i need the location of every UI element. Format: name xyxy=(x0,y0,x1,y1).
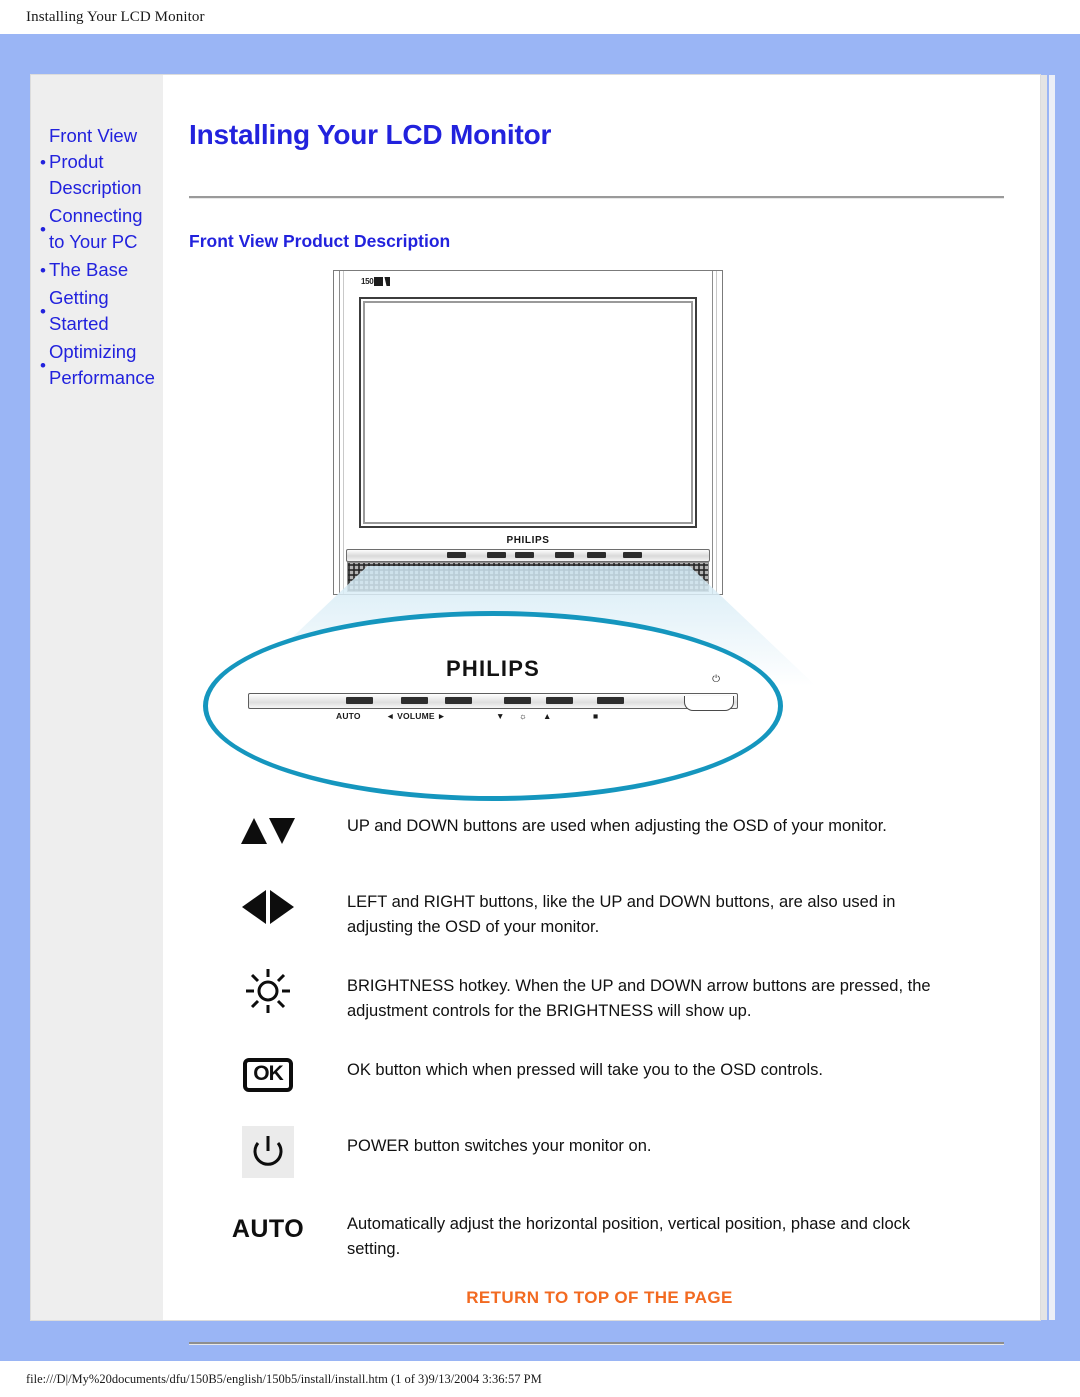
section-title: Front View Product Description xyxy=(189,231,451,251)
sidebar-list: • Front View Produt Description • Connec… xyxy=(31,123,163,391)
ok-button-label: OK xyxy=(243,1058,293,1092)
sidebar-item-label[interactable]: Optimizing Performance xyxy=(49,339,159,391)
bullet-icon: • xyxy=(40,152,46,172)
control-label-up: ▲ xyxy=(543,711,552,721)
sidebar-item-label[interactable]: Getting Started xyxy=(49,285,159,337)
screen-size-badge: 150 xyxy=(361,277,391,286)
up-down-arrows-icon xyxy=(189,806,347,856)
description-text: OK button which when pressed will take y… xyxy=(347,1061,823,1079)
sidebar-item-label[interactable]: The Base xyxy=(49,257,128,283)
control-label-ok: ■ xyxy=(593,711,599,721)
screen-size-label: 150 xyxy=(361,277,374,286)
control-label-brightness: ☼ xyxy=(519,711,527,721)
return-to-top-link[interactable]: RETURN TO TOP OF THE PAGE xyxy=(466,1288,733,1307)
bullet-icon: • xyxy=(40,301,46,321)
description-row-brightness: BRIGHTNESS hotkey. When the UP and DOWN … xyxy=(189,966,1018,1024)
description-text: LEFT and RIGHT buttons, like the UP and … xyxy=(347,893,896,936)
brightness-key[interactable] xyxy=(546,697,573,704)
control-key[interactable] xyxy=(587,552,606,558)
bullet-icon: • xyxy=(40,219,46,239)
sidebar-item-getting-started[interactable]: • Getting Started xyxy=(31,285,163,337)
control-key[interactable] xyxy=(447,552,466,558)
bottom-divider xyxy=(189,1342,1004,1345)
ok-key[interactable] xyxy=(597,697,624,704)
sidebar-item-label[interactable]: Front View Produt Description xyxy=(49,123,159,201)
control-panel-callout: PHILIPS AUTO ◄ VOLUME ► ▼ ☼ ▲ ■ ⏻ xyxy=(203,611,783,801)
page-background-frame: • Front View Produt Description • Connec… xyxy=(0,34,1080,1361)
description-text: POWER button switches your monitor on. xyxy=(347,1137,652,1155)
monitor-control-bar xyxy=(346,549,710,562)
auto-button-icon: AUTO xyxy=(189,1204,347,1254)
control-label-auto: AUTO xyxy=(336,711,361,721)
power-symbol-icon: ⏻ xyxy=(712,674,720,685)
description-row-power: POWER button switches your monitor on. xyxy=(189,1126,1018,1178)
description-row-left-right: LEFT and RIGHT buttons, like the UP and … xyxy=(189,882,1018,940)
sidebar-item-front-view-product-description[interactable]: • Front View Produt Description xyxy=(31,123,163,201)
auto-key[interactable] xyxy=(346,697,373,704)
callout-brand-logo: PHILIPS xyxy=(446,656,540,681)
monitor-screen xyxy=(359,297,697,528)
power-icon-plate xyxy=(242,1126,294,1178)
document-sheet: • Front View Produt Description • Connec… xyxy=(30,74,1055,1345)
page-title: Installing Your LCD Monitor xyxy=(189,119,552,150)
brightness-icon xyxy=(189,966,347,1016)
bullet-icon: • xyxy=(40,260,46,280)
window-header-title: Installing Your LCD Monitor xyxy=(26,8,205,25)
sidebar-item-label[interactable]: Connecting to Your PC xyxy=(49,203,159,255)
sidebar-item-connecting-to-your-pc[interactable]: • Connecting to Your PC xyxy=(31,203,163,255)
badge-block-icon xyxy=(374,277,384,286)
monitor-illustration: 150 PHILIPS xyxy=(333,270,723,595)
window-footer: file:///D|/My%20documents/dfu/150B5/engl… xyxy=(0,1361,1080,1397)
left-right-arrows-icon xyxy=(189,882,347,932)
control-key[interactable] xyxy=(487,552,506,558)
sheet-edge-inner xyxy=(1049,75,1055,1320)
control-key[interactable] xyxy=(623,552,642,558)
description-text: BRIGHTNESS hotkey. When the UP and DOWN … xyxy=(347,977,931,1020)
power-button-icon xyxy=(189,1126,347,1178)
monitor-brand-logo: PHILIPS xyxy=(506,535,550,546)
sidebar-item-the-base[interactable]: • The Base xyxy=(31,257,163,283)
control-key[interactable] xyxy=(515,552,534,558)
bullet-icon: • xyxy=(40,355,46,375)
window-header: Installing Your LCD Monitor xyxy=(0,0,1080,34)
description-row-auto: AUTO Automatically adjust the horizontal… xyxy=(189,1204,1018,1262)
control-label-down: ▼ xyxy=(496,711,505,721)
description-text: UP and DOWN buttons are used when adjust… xyxy=(347,817,887,835)
sidebar-item-optimizing-performance[interactable]: • Optimizing Performance xyxy=(31,339,163,391)
sheet-edge-outer xyxy=(1041,75,1047,1320)
footer-file-path: file:///D|/My%20documents/dfu/150B5/engl… xyxy=(26,1371,542,1386)
return-to-top-wrap: RETURN TO TOP OF THE PAGE xyxy=(181,1288,1018,1308)
title-divider xyxy=(189,196,1004,199)
volume-left-key[interactable] xyxy=(401,697,428,704)
ok-button-icon: OK xyxy=(189,1050,347,1100)
sidebar-nav: • Front View Produt Description • Connec… xyxy=(31,75,163,1320)
auto-button-label: AUTO xyxy=(231,1214,305,1243)
volume-right-key[interactable] xyxy=(445,697,472,704)
down-key[interactable] xyxy=(504,697,531,704)
control-label-volume: ◄ VOLUME ► xyxy=(386,711,446,721)
badge-block-icon xyxy=(384,277,391,286)
control-key[interactable] xyxy=(555,552,574,558)
main-content: Installing Your LCD Monitor Front View P… xyxy=(163,75,1040,1345)
button-description-list: UP and DOWN buttons are used when adjust… xyxy=(189,806,1018,1262)
callout-control-bar xyxy=(248,693,738,709)
description-text: Automatically adjust the horizontal posi… xyxy=(347,1215,911,1258)
power-button-nub[interactable] xyxy=(684,696,734,711)
description-row-ok: OK OK button which when pressed will tak… xyxy=(189,1050,1018,1100)
description-row-up-down: UP and DOWN buttons are used when adjust… xyxy=(189,806,1018,856)
monitor-figure: 150 PHILIPS PHILIPS AUTO ◄ VOLUME ► ▼ ☼ … xyxy=(181,266,1018,806)
